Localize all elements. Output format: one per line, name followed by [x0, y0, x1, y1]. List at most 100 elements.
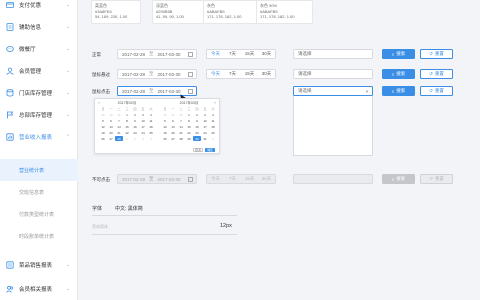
- calendar-day[interactable]: 3: [201, 112, 209, 117]
- calendar-day[interactable]: 12: [161, 124, 169, 129]
- calendar-day[interactable]: 18: [209, 124, 217, 129]
- calendar-day[interactable]: 6: [107, 118, 115, 123]
- date-range-input[interactable]: 2017-02-28 至 2017-03-30: [117, 49, 197, 59]
- calendar-day[interactable]: 28: [115, 136, 123, 141]
- calendar-day[interactable]: 26: [161, 136, 169, 141]
- calendar-day[interactable]: 27: [169, 136, 177, 141]
- calendar-day[interactable]: 13: [169, 124, 177, 129]
- calendar-day[interactable]: 1: [123, 112, 131, 117]
- calendar-day[interactable]: 17: [201, 124, 209, 129]
- calendar-day[interactable]: 7: [115, 118, 123, 123]
- calendar-day[interactable]: 9: [131, 118, 139, 123]
- calendar-day[interactable]: 27: [169, 112, 177, 117]
- calendar-day[interactable]: 30: [193, 136, 201, 141]
- calendar-day[interactable]: 23: [193, 130, 201, 135]
- calendar-day[interactable]: 4: [209, 112, 217, 117]
- calendar-day[interactable]: 23: [131, 130, 139, 135]
- calendar-day[interactable]: 7: [177, 118, 185, 123]
- calendar-day[interactable]: 4: [147, 136, 155, 141]
- quick-range-today[interactable]: 今天: [207, 50, 224, 58]
- calendar-day[interactable]: 10: [201, 118, 209, 123]
- calendar-day[interactable]: 10: [139, 118, 147, 123]
- filter-select[interactable]: 请选择: [293, 49, 373, 59]
- calendar-day[interactable]: 25: [147, 130, 155, 135]
- calendar-day[interactable]: 2: [131, 112, 139, 117]
- calendar-day[interactable]: 19: [99, 130, 107, 135]
- search-button[interactable]: ⌕ 搜索: [382, 86, 415, 96]
- calendar-day[interactable]: 2: [193, 112, 201, 117]
- quick-range-7d[interactable]: 7天: [224, 70, 241, 78]
- sidebar-item-member[interactable]: 会员管理 ⌄: [0, 60, 78, 82]
- calendar-day[interactable]: 16: [131, 124, 139, 129]
- calendar-day[interactable]: 9: [193, 118, 201, 123]
- calendar-day[interactable]: 21: [177, 130, 185, 135]
- calendar-day[interactable]: 8: [185, 118, 193, 123]
- sidebar-item-payment[interactable]: 支付优惠 ⌄: [0, 0, 78, 16]
- calendar-day[interactable]: 22: [185, 130, 193, 135]
- calendar-day[interactable]: 3: [139, 112, 147, 117]
- calendar-day[interactable]: 1: [209, 136, 217, 141]
- calendar-day[interactable]: 13: [107, 124, 115, 129]
- search-button[interactable]: ⌕ 搜索: [382, 49, 415, 59]
- calendar-day[interactable]: 24: [139, 130, 147, 135]
- calendar-day[interactable]: 25: [209, 130, 217, 135]
- sidebar-item-hq-inventory[interactable]: 总部库存管理 ⌄: [0, 104, 78, 126]
- calendar-day[interactable]: 24: [201, 130, 209, 135]
- sidebar-subitem-business-stats[interactable]: 营业统计表: [0, 159, 78, 181]
- date-range-input[interactable]: 2017-02-28 至 2017-03-30: [117, 86, 197, 96]
- calendar-day[interactable]: 28: [177, 136, 185, 141]
- date-range-input[interactable]: 2017-02-28 至 2017-03-30: [117, 69, 197, 79]
- calendar-day[interactable]: 4: [147, 112, 155, 117]
- calendar-day[interactable]: 19: [161, 130, 169, 135]
- sidebar-item-wechat[interactable]: 微餐厅 ⌄: [0, 38, 78, 60]
- calendar-day[interactable]: 31: [115, 112, 123, 117]
- calendar-day[interactable]: 15: [185, 124, 193, 129]
- quick-range-15d[interactable]: 15天: [241, 50, 258, 58]
- sidebar-item-dish-sales[interactable]: 菜品销售报表 ⌄: [0, 254, 78, 276]
- sidebar-subitem-time-bill[interactable]: 时段账单统计表: [0, 225, 78, 247]
- sidebar-item-member-report[interactable]: 会员相关报表 ⌄: [0, 278, 78, 300]
- calendar-day[interactable]: 2: [131, 136, 139, 141]
- calendar-day[interactable]: 8: [123, 118, 131, 123]
- sidebar-item-info[interactable]: 辅助信息 ⌄: [0, 16, 78, 38]
- calendar-day[interactable]: 27: [107, 136, 115, 141]
- sidebar-subitem-payment-type[interactable]: 付款类型统计表: [0, 203, 78, 225]
- calendar-day[interactable]: 6: [169, 118, 177, 123]
- reset-button[interactable]: ↺ 重置: [420, 69, 453, 79]
- calendar-day[interactable]: 21: [115, 130, 123, 135]
- calendar-day[interactable]: 26: [99, 136, 107, 141]
- sidebar-item-revenue-report[interactable]: 营业收入报表 ⌃: [0, 126, 78, 148]
- calendar-day[interactable]: 1: [123, 136, 131, 141]
- calendar-day[interactable]: 5: [99, 118, 107, 123]
- quick-range-30d[interactable]: 30天: [258, 70, 275, 78]
- calendar-day[interactable]: 16: [193, 124, 201, 129]
- calendar-day[interactable]: 3: [139, 136, 147, 141]
- calendar-day[interactable]: 1: [185, 112, 193, 117]
- calendar-day[interactable]: 30: [107, 112, 115, 117]
- reset-button[interactable]: ↺ 重置: [420, 86, 453, 96]
- calendar-day[interactable]: 5: [161, 118, 169, 123]
- calendar-day[interactable]: 18: [147, 124, 155, 129]
- search-button[interactable]: ⌕ 搜索: [382, 69, 415, 79]
- quick-range-30d[interactable]: 30天: [258, 50, 275, 58]
- calendar-day[interactable]: 11: [147, 118, 155, 123]
- calendar-day[interactable]: 29: [99, 112, 107, 117]
- calendar-day[interactable]: 17: [139, 124, 147, 129]
- quick-range-today[interactable]: 今天: [207, 70, 224, 78]
- calendar-day[interactable]: 29: [185, 136, 193, 141]
- quick-range-7d[interactable]: 7天: [224, 50, 241, 58]
- calendar-day[interactable]: 31: [201, 136, 209, 141]
- filter-select[interactable]: 请选择 ▼: [293, 86, 373, 96]
- calendar-day[interactable]: 20: [107, 130, 115, 135]
- calendar-day[interactable]: 14: [177, 124, 185, 129]
- calendar-day[interactable]: 20: [169, 130, 177, 135]
- calendar-day[interactable]: 28: [177, 112, 185, 117]
- calendar-ok-button[interactable]: 确定: [205, 148, 215, 152]
- sidebar-item-store-inventory[interactable]: 门店库存管理 ⌄: [0, 82, 78, 104]
- calendar-day[interactable]: 26: [161, 112, 169, 117]
- calendar-day[interactable]: 15: [123, 124, 131, 129]
- filter-select[interactable]: 请选择: [293, 69, 373, 79]
- calendar-day[interactable]: 22: [123, 130, 131, 135]
- quick-range-15d[interactable]: 15天: [241, 70, 258, 78]
- calendar-cancel-button[interactable]: 取消: [193, 148, 203, 152]
